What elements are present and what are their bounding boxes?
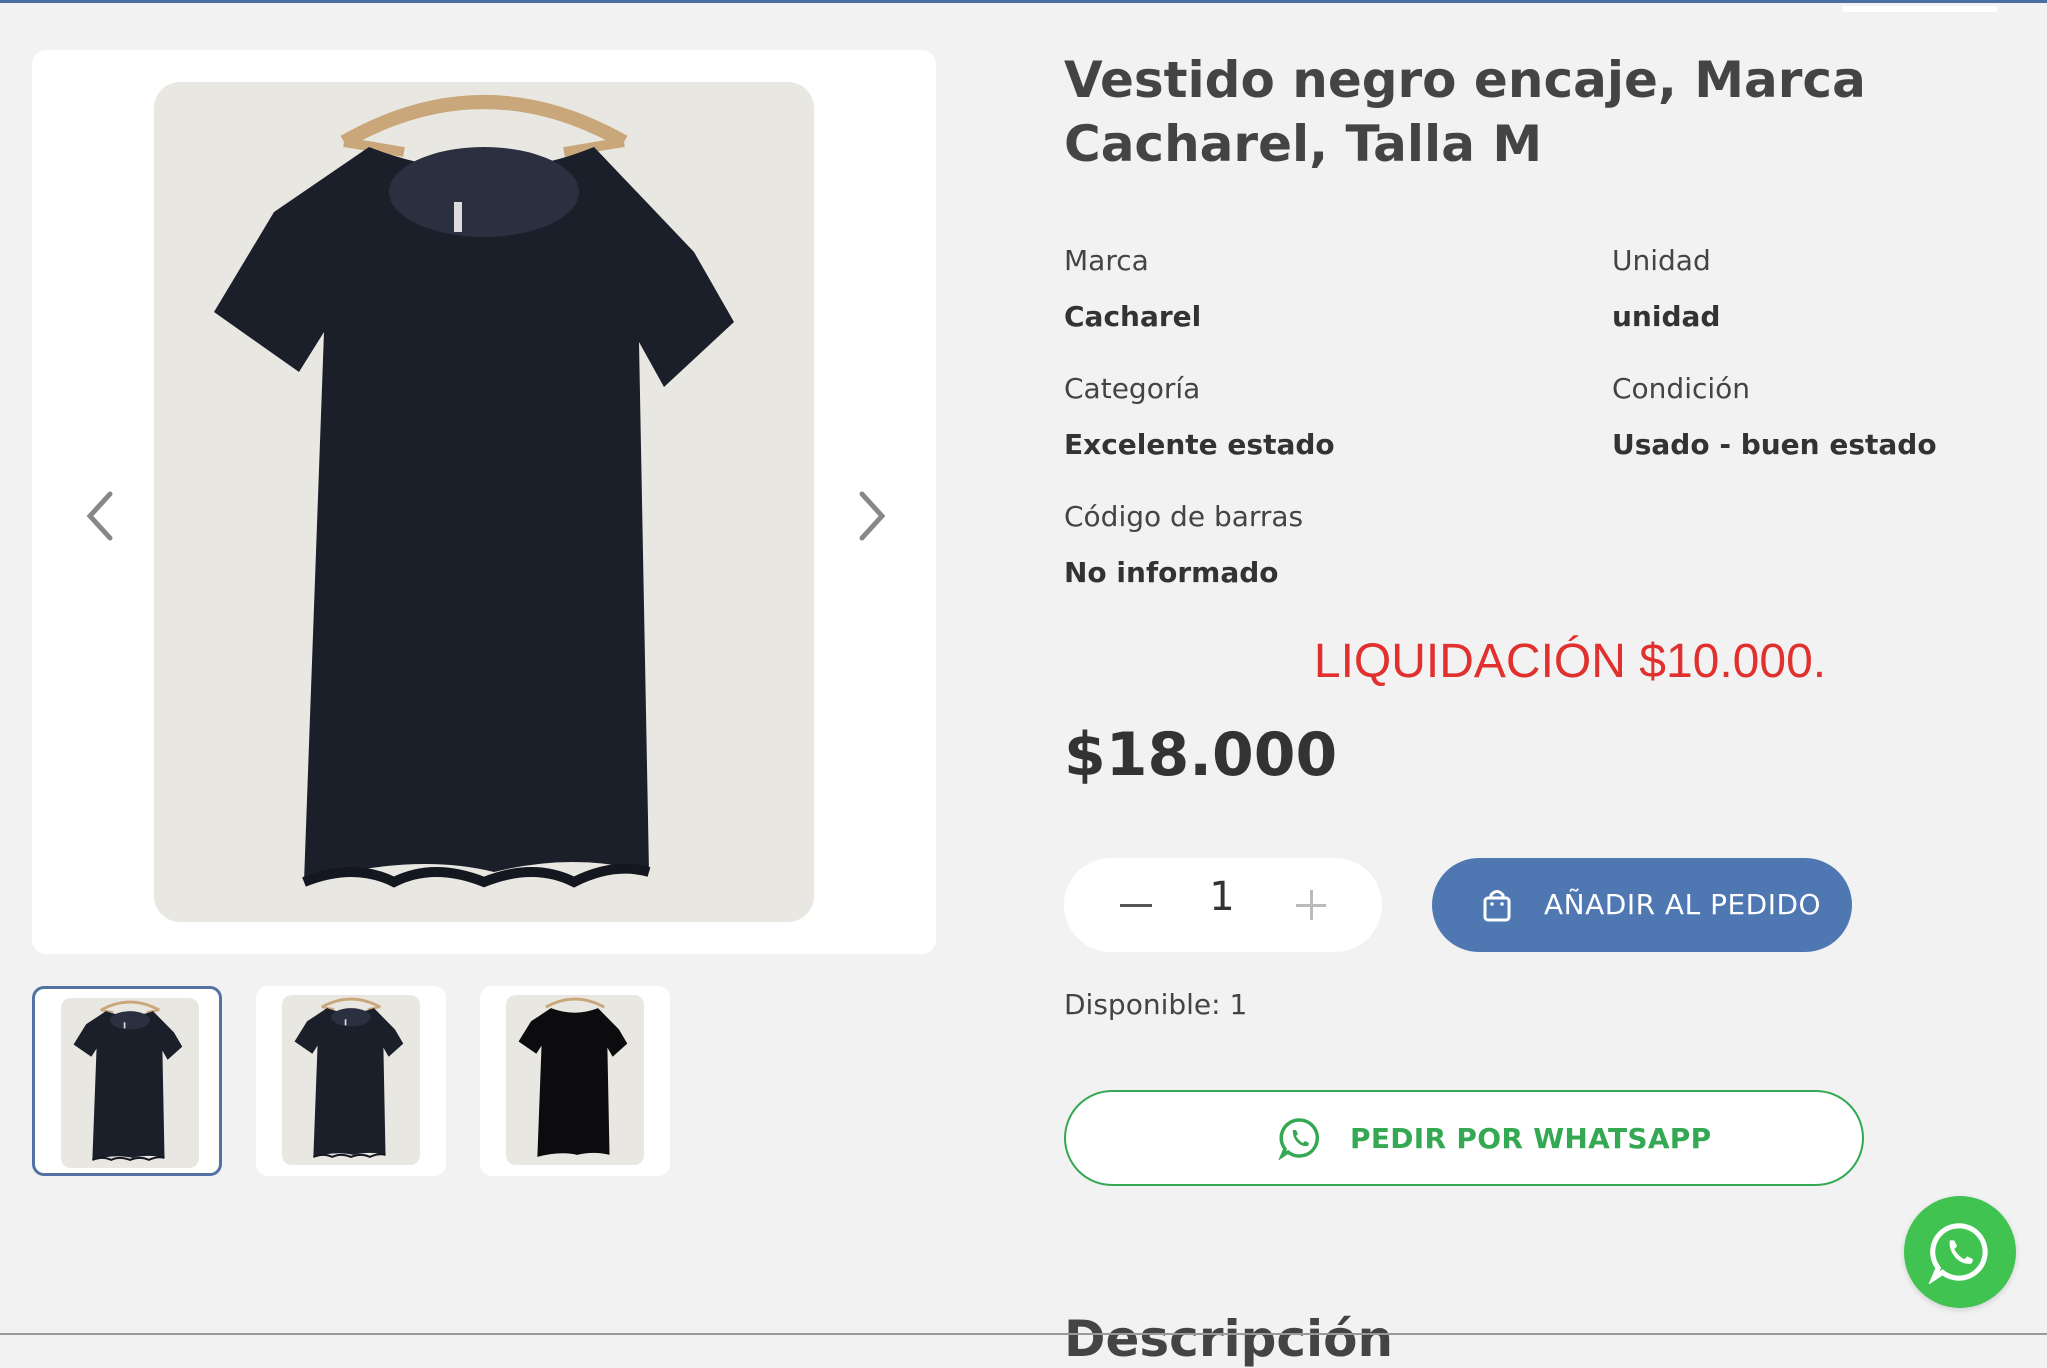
spec-value-unidad: unidad	[1612, 300, 1721, 333]
spec-label-marca: Marca	[1064, 244, 1149, 277]
thumbnail-image	[282, 995, 420, 1165]
whatsapp-float-button[interactable]	[1904, 1196, 2016, 1308]
thumbnail-1[interactable]	[32, 986, 222, 1176]
top-tab-indicator	[1842, 6, 1997, 12]
stock-available: Disponible: 1	[1064, 988, 1248, 1021]
promo-text: LIQUIDACIÓN $10.000.	[1313, 635, 1827, 688]
description-heading: Descripción	[1064, 1310, 1394, 1368]
spec-value-condicion: Usado - buen estado	[1612, 428, 1937, 461]
spec-value-codigo-barras: No informado	[1064, 556, 1279, 589]
order-whatsapp-label: PEDIR POR WHATSAPP	[1350, 1122, 1712, 1155]
quantity-value[interactable]: 1	[1194, 874, 1250, 920]
thumbnail-2[interactable]	[256, 986, 446, 1176]
top-accent-bar	[0, 0, 2047, 3]
thumbnail-image	[506, 995, 644, 1165]
product-title: Vestido negro encaje, Marca Cacharel, Ta…	[1064, 51, 1866, 173]
chevron-left-icon[interactable]	[70, 476, 130, 556]
product-gallery	[32, 50, 936, 954]
spec-value-categoria: Excelente estado	[1064, 428, 1335, 461]
spec-label-codigo-barras: Código de barras	[1064, 500, 1304, 533]
minus-icon[interactable]	[1112, 880, 1162, 930]
add-to-order-button[interactable]: AÑADIR AL PEDIDO	[1432, 858, 1852, 952]
thumbnail-3[interactable]	[480, 986, 670, 1176]
whatsapp-icon	[1928, 1223, 1988, 1284]
order-whatsapp-button[interactable]: PEDIR POR WHATSAPP	[1064, 1090, 1864, 1186]
thumbnail-image	[61, 998, 199, 1168]
spec-label-categoria: Categoría	[1064, 372, 1201, 405]
main-product-image	[154, 82, 814, 922]
product-price: $18.000	[1064, 720, 1338, 790]
whatsapp-icon	[1278, 1116, 1322, 1164]
plus-icon[interactable]	[1286, 880, 1336, 930]
add-to-order-label: AÑADIR AL PEDIDO	[1544, 888, 1822, 921]
chevron-right-icon[interactable]	[842, 476, 902, 556]
spec-label-unidad: Unidad	[1612, 244, 1711, 277]
quantity-stepper: 1	[1064, 858, 1382, 952]
shopping-bag-icon	[1482, 888, 1512, 926]
spec-label-condicion: Condición	[1612, 372, 1751, 405]
spec-value-marca: Cacharel	[1064, 300, 1202, 333]
